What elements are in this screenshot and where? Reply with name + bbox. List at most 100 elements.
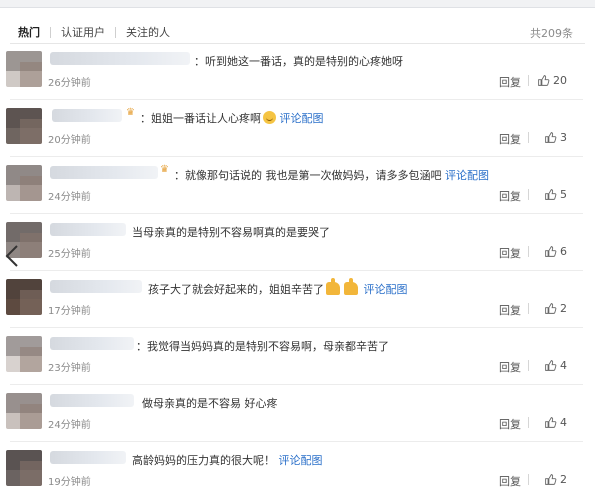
comment-image-link[interactable]: 评论配图 (445, 169, 489, 182)
comment-text: 孩子大了就会好起来的，姐姐辛苦了 评论配图 (148, 278, 408, 297)
comment-text: ：我觉得当妈妈真的是特别不容易啊，母亲都辛苦了 (136, 338, 389, 354)
reply-button[interactable]: 回复 (499, 416, 521, 432)
reply-button[interactable]: 回复 (499, 245, 521, 261)
like-button[interactable]: 2 (544, 301, 567, 315)
username-blurred[interactable] (50, 52, 190, 65)
comment-image-link[interactable]: 评论配图 (280, 112, 324, 125)
action-divider (528, 417, 529, 428)
username-blurred[interactable] (50, 223, 126, 236)
comment-body: 就像那句话说的 我也是第一次做妈妈，请多多包涵吧 (185, 169, 442, 182)
avatar[interactable] (6, 336, 42, 372)
tab-following[interactable]: 关注的人 (126, 24, 170, 40)
comment-item: ♛ ：姐姐一番话让人心疼啊 评论配图 20分钟前 回复 3 (0, 101, 595, 157)
action-divider (528, 189, 529, 200)
like-button[interactable]: 6 (544, 244, 567, 258)
comment-item: 孩子大了就会好起来的，姐姐辛苦了 评论配图 17分钟前 回复 2 (0, 272, 595, 328)
thumbs-up-icon (545, 473, 557, 485)
comment-text: 当母亲真的是特别不容易啊真的是要哭了 (132, 224, 330, 240)
comment-image-link[interactable]: 评论配图 (279, 454, 323, 467)
top-bar (0, 0, 595, 8)
reply-button[interactable]: 回复 (499, 74, 521, 90)
comment-time: 24分钟前 (48, 420, 91, 431)
action-divider (528, 132, 529, 143)
comment-text: ：听到她这一番话，真的是特别的心疼她呀 (194, 53, 403, 69)
comment-text: 高龄妈妈的压力真的很大呢！ 评论配图 (132, 452, 323, 468)
reply-button[interactable]: 回复 (499, 473, 521, 489)
like-count: 20 (553, 73, 567, 87)
tab-hot[interactable]: 热门 (18, 24, 40, 40)
like-button[interactable]: 2 (544, 472, 567, 486)
comment-text: ：姐姐一番话让人心疼啊 评论配图 (140, 110, 324, 126)
comment-image-link[interactable]: 评论配图 (364, 283, 408, 296)
thumbs-up-icon (545, 245, 557, 257)
thumbs-up-emoji-icon (344, 278, 358, 295)
comment-item: 做母亲真的是不容易 好心疼 24分钟前 回复 4 (0, 386, 595, 442)
comment-colon: ： (140, 112, 151, 125)
avatar[interactable] (6, 393, 42, 429)
comment-item: 当母亲真的是特别不容易啊真的是要哭了 25分钟前 回复 6 (0, 215, 595, 271)
comment-time: 26分钟前 (48, 78, 91, 89)
comment-time: 25分钟前 (48, 249, 91, 260)
comment-colon: ： (136, 340, 147, 353)
like-count: 4 (560, 358, 567, 372)
reply-button[interactable]: 回复 (499, 302, 521, 318)
thumbs-up-emoji-icon (326, 278, 340, 295)
like-button[interactable]: 20 (537, 73, 567, 87)
like-button[interactable]: 5 (544, 187, 567, 201)
like-button[interactable]: 3 (544, 130, 567, 144)
comment-colon: ： (174, 169, 185, 182)
username-blurred[interactable] (50, 280, 142, 293)
like-count: 2 (560, 472, 567, 486)
avatar[interactable] (6, 51, 42, 87)
avatar[interactable] (6, 279, 42, 315)
comment-body: 我觉得当妈妈真的是特别不容易啊，母亲都辛苦了 (147, 340, 389, 353)
like-count: 5 (560, 187, 567, 201)
like-count: 2 (560, 301, 567, 315)
comment-total-count: 共209条 (530, 27, 573, 40)
like-button[interactable]: 4 (544, 415, 567, 429)
username-blurred[interactable] (50, 394, 134, 407)
comment-body: 当母亲真的是特别不容易啊真的是要哭了 (132, 226, 330, 239)
avatar[interactable] (6, 165, 42, 201)
thumbs-up-icon (545, 302, 557, 314)
comment-divider (10, 213, 583, 214)
action-divider (528, 303, 529, 314)
action-divider (528, 75, 529, 86)
comment-divider (10, 327, 583, 328)
chevron-left-icon[interactable] (4, 244, 20, 268)
comment-divider (10, 441, 583, 442)
like-count: 4 (560, 415, 567, 429)
comment-divider (10, 156, 583, 157)
username-blurred[interactable] (52, 109, 122, 122)
username-blurred[interactable] (50, 166, 158, 179)
comment-body: 孩子大了就会好起来的，姐姐辛苦了 (148, 283, 324, 296)
tab-divider (115, 26, 116, 38)
comment-item: ：我觉得当妈妈真的是特别不容易啊，母亲都辛苦了 23分钟前 回复 4 (0, 329, 595, 385)
comment-item: 高龄妈妈的压力真的很大呢！ 评论配图 19分钟前 回复 2 (0, 443, 595, 499)
crying-emoji-icon (263, 111, 276, 124)
comment-body: 姐姐一番话让人心疼啊 (151, 112, 261, 125)
avatar[interactable] (6, 450, 42, 486)
action-divider (528, 360, 529, 371)
like-button[interactable]: 4 (544, 358, 567, 372)
thumbs-up-icon (545, 359, 557, 371)
comment-time: 20分钟前 (48, 135, 91, 146)
comment-time: 17分钟前 (48, 306, 91, 317)
comment-text: ：就像那句话说的 我也是第一次做妈妈，请多多包涵吧 评论配图 (174, 167, 489, 183)
comment-divider (10, 384, 583, 385)
avatar[interactable] (6, 108, 42, 144)
username-blurred[interactable] (50, 337, 134, 350)
reply-button[interactable]: 回复 (499, 359, 521, 375)
comment-item: ：听到她这一番话，真的是特别的心疼她呀 26分钟前 回复 20 (0, 44, 595, 100)
comment-divider (10, 270, 583, 271)
comment-body: 高龄妈妈的压力真的很大呢！ (132, 454, 275, 467)
username-blurred[interactable] (50, 451, 126, 464)
comment-time: 19分钟前 (48, 477, 91, 488)
comment-colon: ： (194, 55, 205, 68)
reply-button[interactable]: 回复 (499, 188, 521, 204)
vip-crown-icon: ♛ (160, 164, 169, 175)
tab-verified-users[interactable]: 认证用户 (61, 24, 105, 40)
thumbs-up-icon (545, 188, 557, 200)
reply-button[interactable]: 回复 (499, 131, 521, 147)
comment-body: 听到她这一番话，真的是特别的心疼她呀 (205, 55, 403, 68)
